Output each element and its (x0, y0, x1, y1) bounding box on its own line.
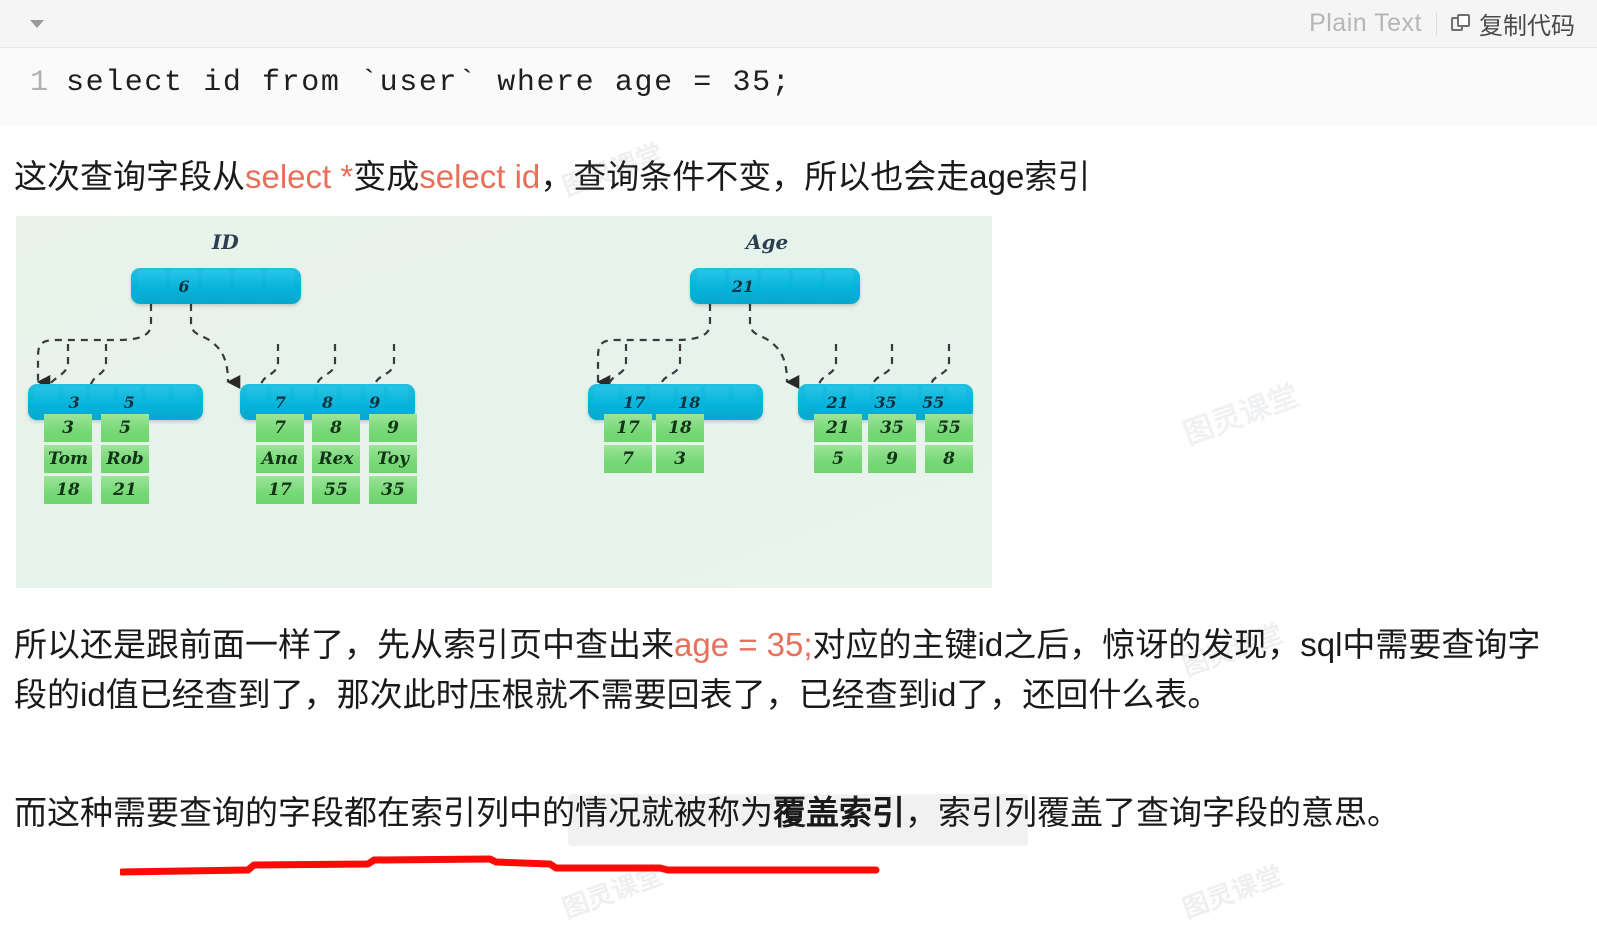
leaf-name: Rex (312, 445, 360, 473)
leaf-id: 3 (656, 445, 704, 473)
age-leaf-3: 35 9 (868, 414, 916, 476)
node-cell: 21 (729, 270, 757, 302)
id-leaf-3: 8 Rex 55 (312, 414, 360, 507)
leaf-id: 8 (312, 414, 360, 442)
node-cell (732, 386, 756, 418)
age-leaf-2: 21 5 (814, 414, 862, 476)
p1-part-a: 这次查询字段从 (14, 158, 245, 195)
id-tree-title: ID (212, 230, 239, 254)
node-cell (172, 386, 196, 418)
age-tree-title: Age (746, 230, 789, 254)
language-label: Plain Text (1309, 9, 1422, 37)
p1-keyword-select-id: select id (419, 158, 541, 195)
p1-part-b: 变成 (353, 158, 420, 195)
btree-diagram: ID Age 6 3 5 7 8 9 3 Tom 18 5 Rob 21 7 A… (16, 216, 992, 588)
leaf-age: 21 (814, 414, 862, 442)
node-cell (202, 270, 230, 302)
p3-part-b: ，索引列覆盖了查询字段的意思。 (905, 794, 1400, 831)
id-leaf-4: 9 Toy 35 (369, 414, 417, 507)
leaf-id: 7 (604, 445, 652, 473)
leaf-age: 55 (312, 476, 360, 504)
copy-icon (1451, 13, 1471, 34)
leaf-id: 7 (256, 414, 304, 442)
node-cell (266, 270, 294, 302)
leaf-age: 18 (44, 476, 92, 504)
age-leaf-4: 55 8 (925, 414, 973, 476)
leaf-age: 21 (101, 476, 149, 504)
line-number: 1 (30, 66, 49, 100)
age-leaf-0: 17 7 (604, 414, 652, 476)
id-leaf-2: 7 Ana 17 (256, 414, 304, 507)
p3-bold-covering-index: 覆盖索引 (773, 794, 905, 831)
p2-part-a: 所以还是跟前面一样了，先从索引页中查出来 (14, 626, 674, 663)
leaf-age: 17 (256, 476, 304, 504)
leaf-age: 55 (925, 414, 973, 442)
copy-code-button[interactable]: 复制代码 (1451, 6, 1575, 41)
code-block: Plain Text 复制代码 1 select id from `user` … (0, 0, 1597, 126)
leaf-name: Tom (44, 445, 92, 473)
leaf-id: 8 (925, 445, 973, 473)
id-leaf-1: 5 Rob 21 (101, 414, 149, 507)
p3-part-a: 而这种需要查询的字段都在索引列中的情况就被称为 (14, 794, 773, 831)
node-cell (793, 270, 821, 302)
node-cell (761, 270, 789, 302)
leaf-age: 35 (868, 414, 916, 442)
code-body[interactable]: 1 select id from `user` where age = 35; (0, 48, 1597, 126)
p1-part-c: ，查询条件不变，所以也会走age索引 (540, 158, 1091, 195)
paragraph-3: 而这种需要查询的字段都在索引列中的情况就被称为覆盖索引，索引列覆盖了查询字段的意… (14, 788, 1574, 838)
watermark: 图灵课堂 (1178, 860, 1287, 925)
id-root-node: 6 (131, 268, 301, 304)
leaf-id: 9 (868, 445, 916, 473)
node-cell (138, 270, 166, 302)
code-text: select id from `user` where age = 35; (66, 66, 792, 100)
node-cell (234, 270, 262, 302)
code-line: 1 select id from `user` where age = 35; (0, 66, 1597, 100)
leaf-age: 18 (656, 414, 704, 442)
paragraph-2: 所以还是跟前面一样了，先从索引页中查出来age = 35;对应的主键id之后，惊… (14, 620, 1569, 720)
age-leaf-1: 18 3 (656, 414, 704, 476)
node-cell (825, 270, 853, 302)
leaf-age: 17 (604, 414, 652, 442)
paragraph-1: 这次查询字段从select *变成select id，查询条件不变，所以也会走a… (14, 152, 1584, 202)
copy-code-label: 复制代码 (1479, 13, 1575, 40)
p1-keyword-select-star: select * (245, 158, 354, 195)
p2-keyword-age-35: age = 35; (674, 626, 813, 663)
leaf-id: 5 (101, 414, 149, 442)
leaf-name: Toy (369, 445, 417, 473)
id-leaf-0: 3 Tom 18 (44, 414, 92, 507)
leaf-age: 35 (369, 476, 417, 504)
age-root-node: 21 (690, 268, 860, 304)
node-cell (697, 270, 725, 302)
leaf-name: Ana (256, 445, 304, 473)
leaf-id: 5 (814, 445, 862, 473)
red-underline-annotation (120, 855, 880, 876)
leaf-name: Rob (101, 445, 149, 473)
leaf-id: 3 (44, 414, 92, 442)
node-cell: 6 (170, 270, 198, 302)
node-cell (705, 386, 729, 418)
header-divider (1436, 11, 1437, 36)
watermark: 图灵课堂 (1178, 378, 1304, 453)
leaf-id: 9 (369, 414, 417, 442)
caret-down-icon[interactable] (30, 19, 44, 28)
code-block-header: Plain Text 复制代码 (0, 0, 1597, 48)
